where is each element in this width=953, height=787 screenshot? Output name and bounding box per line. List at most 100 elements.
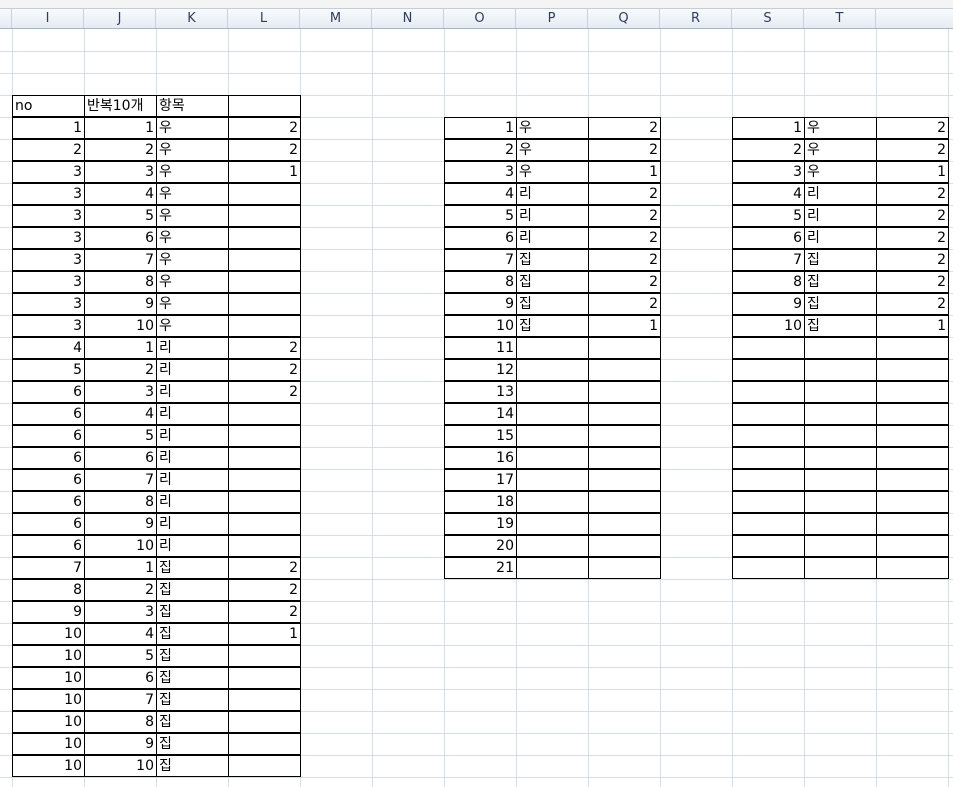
table1-cell[interactable]: 우 [156,117,229,139]
table2-cell[interactable]: 집 [516,293,589,315]
table2-cell[interactable]: 우 [516,139,589,161]
table1-cell[interactable]: 6 [12,403,85,425]
table1-cell[interactable]: 2 [228,601,301,623]
table2-cell[interactable]: 19 [444,513,517,535]
table2-cell[interactable]: 우 [516,117,589,139]
table1-cell[interactable]: 7 [84,249,157,271]
table2-cell[interactable]: 2 [588,227,661,249]
table1-cell[interactable]: 6 [12,491,85,513]
table1-cell[interactable]: 4 [84,403,157,425]
table2-cell[interactable]: 집 [516,249,589,271]
table3-cell[interactable]: 2 [876,249,949,271]
table3-cell[interactable]: 9 [732,293,805,315]
table1-cell[interactable]: 집 [156,733,229,755]
table2-cell[interactable]: 리 [516,227,589,249]
table1-cell[interactable] [228,711,301,733]
table3-cell[interactable]: 리 [804,205,877,227]
table3-cell[interactable] [876,513,949,535]
table2-cell[interactable]: 집 [516,271,589,293]
table3-cell[interactable]: 2 [876,227,949,249]
table1-cell[interactable] [228,315,301,337]
table1-cell[interactable]: 10 [12,755,85,777]
table3-cell[interactable] [876,425,949,447]
table1-header-cell[interactable]: 반복10개 [84,95,157,117]
table2-cell[interactable]: 8 [444,271,517,293]
table3-cell[interactable]: 10 [732,315,805,337]
table1-cell[interactable]: 3 [12,249,85,271]
table1-cell[interactable] [228,513,301,535]
table3-cell[interactable]: 집 [804,271,877,293]
table1-cell[interactable]: 3 [84,381,157,403]
table1-cell[interactable]: 2 [84,579,157,601]
table3-cell[interactable]: 3 [732,161,805,183]
table2-cell[interactable] [516,469,589,491]
table1-cell[interactable]: 1 [228,161,301,183]
table2-cell[interactable]: 2 [588,117,661,139]
table1-cell[interactable]: 집 [156,711,229,733]
column-header-h[interactable]: H [0,9,12,28]
table1-cell[interactable]: 3 [84,161,157,183]
table3-cell[interactable]: 6 [732,227,805,249]
table1-cell[interactable]: 5 [84,205,157,227]
table1-cell[interactable]: 3 [12,315,85,337]
table1-cell[interactable]: 우 [156,205,229,227]
table1-cell[interactable]: 9 [84,513,157,535]
table3-cell[interactable] [804,381,877,403]
table1-cell[interactable]: 우 [156,161,229,183]
table1-cell[interactable] [228,227,301,249]
table1-cell[interactable] [228,755,301,777]
table1-cell[interactable]: 리 [156,337,229,359]
table3-cell[interactable]: 집 [804,249,877,271]
table2-cell[interactable]: 2 [588,249,661,271]
table2-cell[interactable]: 3 [444,161,517,183]
table1-cell[interactable]: 우 [156,139,229,161]
table1-cell[interactable] [228,469,301,491]
table1-cell[interactable]: 집 [156,601,229,623]
table1-cell[interactable]: 3 [12,205,85,227]
table3-cell[interactable] [804,513,877,535]
table2-cell[interactable]: 집 [516,315,589,337]
table2-cell[interactable]: 9 [444,293,517,315]
table3-cell[interactable] [732,425,805,447]
table3-cell[interactable]: 5 [732,205,805,227]
table1-cell[interactable] [228,689,301,711]
table1-cell[interactable]: 2 [12,139,85,161]
table1-cell[interactable]: 10 [12,711,85,733]
table3-cell[interactable]: 2 [876,205,949,227]
table2-cell[interactable]: 2 [588,183,661,205]
table2-cell[interactable]: 14 [444,403,517,425]
column-header-i[interactable]: I [12,9,84,28]
table1-cell[interactable]: 집 [156,557,229,579]
table3-cell[interactable] [732,513,805,535]
table2-cell[interactable] [588,557,661,579]
table1-cell[interactable]: 10 [12,623,85,645]
table1-cell[interactable] [228,249,301,271]
table1-cell[interactable] [228,183,301,205]
table1-cell[interactable]: 리 [156,469,229,491]
column-header-r[interactable]: R [660,9,732,28]
table1-cell[interactable]: 6 [12,447,85,469]
table3-cell[interactable] [732,535,805,557]
table3-cell[interactable]: 2 [876,139,949,161]
column-header-j[interactable]: J [84,9,156,28]
table1-cell[interactable]: 1 [12,117,85,139]
table2-cell[interactable]: 2 [444,139,517,161]
table3-cell[interactable] [804,491,877,513]
table3-cell[interactable] [876,381,949,403]
table1-cell[interactable]: 9 [12,601,85,623]
table1-cell[interactable]: 1 [84,557,157,579]
table3-cell[interactable]: 우 [804,139,877,161]
table1-cell[interactable] [228,535,301,557]
table2-cell[interactable] [588,425,661,447]
column-header-q[interactable]: Q [588,9,660,28]
table2-cell[interactable]: 11 [444,337,517,359]
table1-cell[interactable]: 6 [12,469,85,491]
table1-cell[interactable]: 집 [156,645,229,667]
table3-cell[interactable]: 2 [876,183,949,205]
table1-cell[interactable]: 4 [84,623,157,645]
table1-cell[interactable]: 2 [84,139,157,161]
table3-cell[interactable] [804,535,877,557]
table3-cell[interactable]: 리 [804,183,877,205]
table1-cell[interactable]: 집 [156,579,229,601]
table1-cell[interactable]: 6 [12,513,85,535]
